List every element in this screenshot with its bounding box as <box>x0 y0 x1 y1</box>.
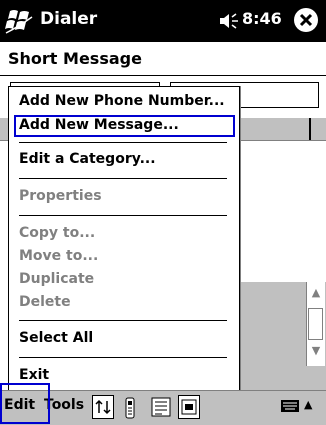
menu-item-exit[interactable]: Exit <box>19 367 49 383</box>
phone-icon[interactable] <box>124 397 136 419</box>
app-title: Dialer <box>40 9 98 29</box>
speed-dial-button[interactable] <box>178 395 200 419</box>
menu-item-move-to[interactable]: Move to... <box>19 248 98 264</box>
menu-divider <box>19 142 227 143</box>
edit-menu-highlight <box>0 383 50 424</box>
scroll-up-icon[interactable]: ▲ <box>307 286 325 302</box>
menu-item-add-phone-number[interactable]: Add New Phone Number... <box>19 93 225 109</box>
menu-divider <box>19 357 227 358</box>
menu-divider <box>19 215 227 216</box>
menu-item-select-all[interactable]: Select All <box>19 330 93 346</box>
speaker-icon[interactable] <box>218 12 240 30</box>
scroll-down-icon[interactable]: ▼ <box>307 344 325 360</box>
scrollbar[interactable]: ▲ ▼ <box>306 282 325 366</box>
menu-item-edit-category[interactable]: Edit a Category... <box>19 151 156 167</box>
windows-start-icon[interactable] <box>4 7 34 35</box>
menu-item-delete[interactable]: Delete <box>19 294 71 310</box>
menu-divider <box>19 178 227 179</box>
scroll-thumb[interactable] <box>308 308 323 340</box>
title-bar: Dialer 8:46 <box>0 0 326 42</box>
tools-menu-button[interactable]: Tools <box>44 397 84 413</box>
edit-popup-menu: Add New Phone Number... Add New Message.… <box>8 86 240 391</box>
menu-item-add-message[interactable]: Add New Message... <box>19 117 179 133</box>
contacts-icon[interactable] <box>150 396 172 418</box>
keyboard-icon[interactable] <box>280 398 300 414</box>
input-panel-arrow-icon[interactable]: ▲ <box>304 398 312 411</box>
menu-item-duplicate[interactable]: Duplicate <box>19 271 94 287</box>
page-subtitle-bar: Short Message <box>0 42 326 76</box>
page-subtitle: Short Message <box>8 49 142 68</box>
sort-arrows-icon <box>95 399 111 415</box>
clock[interactable]: 8:46 <box>242 9 282 28</box>
speed-dial-icon <box>181 399 197 415</box>
menu-item-copy-to[interactable]: Copy to... <box>19 225 95 241</box>
menu-item-properties[interactable]: Properties <box>19 188 102 204</box>
menu-divider <box>19 320 227 321</box>
close-icon[interactable] <box>291 5 321 35</box>
header-divider <box>309 118 311 140</box>
sort-button[interactable] <box>92 395 114 419</box>
